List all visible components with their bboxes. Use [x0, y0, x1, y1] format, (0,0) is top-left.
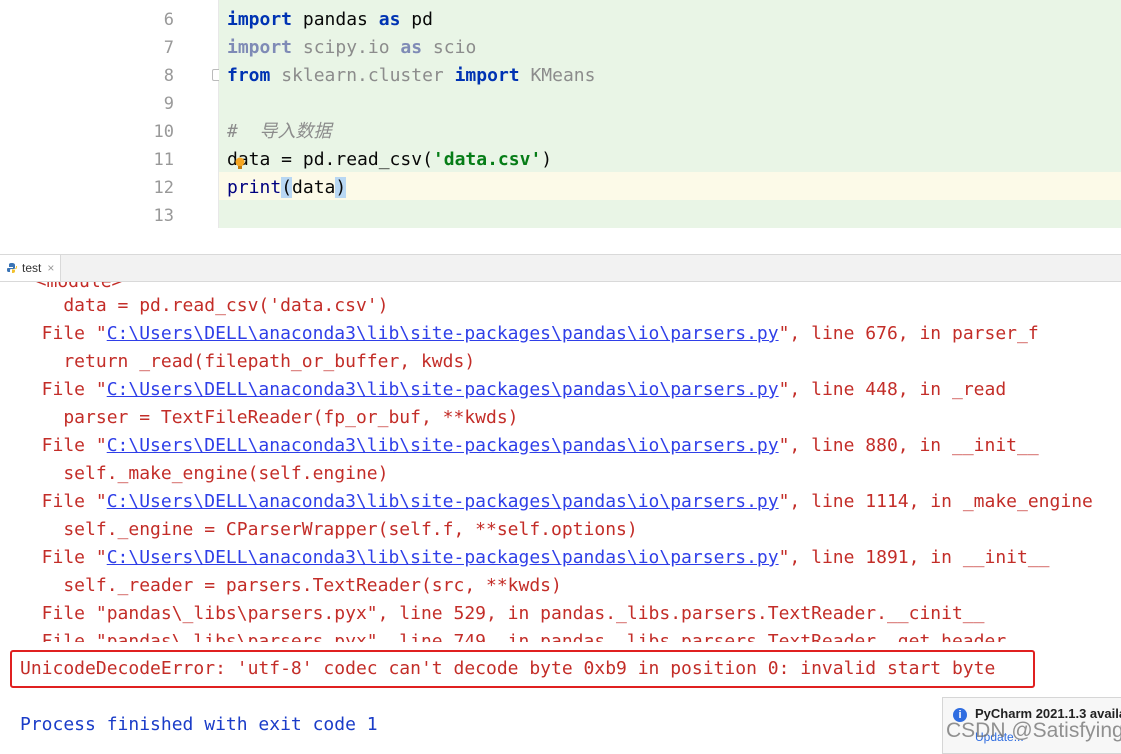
file-path-link[interactable]: C:\Users\DELL\anaconda3\lib\site-package…: [107, 547, 779, 568]
keyword: as: [378, 9, 401, 30]
watermark: CSDN @Satisfying: [946, 719, 1121, 742]
code-line-6: import pandas as pd: [227, 6, 433, 34]
file-path-link[interactable]: C:\Users\DELL\anaconda3\lib\site-package…: [107, 323, 779, 344]
console-text: ", line 1891, in __init__: [778, 547, 1050, 568]
console-line: File "pandas\_libs\parsers.pyx", line 74…: [20, 631, 1007, 642]
keyword: import: [227, 9, 293, 30]
code-editor[interactable]: 6 7 8 9 10 11 12 13 import pandas as pd …: [0, 0, 1121, 254]
run-tab-test[interactable]: test ×: [0, 255, 62, 281]
code-line-11: data = pd.read_csv('data.csv'): [227, 146, 552, 174]
traceback-file-line: File "C:\Users\DELL\anaconda3\lib\site-p…: [20, 376, 1007, 404]
run-tool-window-header: test ×: [0, 254, 1121, 282]
line-number: 9: [163, 94, 174, 114]
console-line: self._engine = CParserWrapper(self.f, **…: [20, 519, 638, 540]
code-text: data: [292, 177, 336, 198]
code-text: ): [541, 149, 553, 170]
code-line-10: # 导入数据: [227, 121, 332, 142]
console-text: ", line 448, in _read: [778, 379, 1007, 400]
file-path-link[interactable]: C:\Users\DELL\anaconda3\lib\site-package…: [107, 491, 779, 512]
process-exit-message: Process finished with exit code 1: [20, 714, 378, 735]
traceback-file-line: File "C:\Users\DELL\anaconda3\lib\site-p…: [20, 320, 1039, 348]
console-text: File ": [20, 435, 107, 456]
keyword: from: [227, 65, 271, 86]
console-line: self._make_engine(self.engine): [20, 463, 389, 484]
console-output[interactable]: <module> data = pd.read_csv('data.csv') …: [0, 282, 1121, 754]
code-text: pandas: [292, 9, 379, 30]
keyword: as: [400, 37, 423, 58]
console-line: data = pd.read_csv('data.csv'): [20, 295, 389, 316]
keyword: import: [227, 37, 293, 58]
line-number: 6: [163, 10, 174, 30]
code-text: pd: [400, 9, 433, 30]
error-message: UnicodeDecodeError: 'utf-8' codec can't …: [20, 658, 996, 679]
line-number: 7: [163, 38, 174, 58]
string-literal: 'data.csv': [432, 149, 542, 170]
code-text: scio: [422, 37, 477, 58]
line-number-gutter: 6 7 8 9 10 11 12 13: [148, 0, 218, 254]
console-line: return _read(filepath_or_buffer, kwds): [20, 351, 476, 372]
matched-paren: (: [281, 177, 293, 198]
line-number: 10: [153, 122, 174, 142]
code-line-12: print(data): [227, 174, 347, 202]
code-area[interactable]: import pandas as pd import scipy.io as s…: [219, 0, 1121, 228]
console-text: ", line 1114, in _make_engine: [778, 491, 1093, 512]
console-line: File "pandas\_libs\parsers.pyx", line 52…: [20, 603, 985, 624]
code-text: KMeans: [519, 65, 596, 86]
code-line-7: import scipy.io as scio: [227, 34, 476, 62]
python-icon: [7, 263, 17, 273]
console-line: parser = TextFileReader(fp_or_buf, **kwd…: [20, 407, 519, 428]
current-line-highlight: [219, 172, 1121, 200]
code-text: sklearn.cluster: [270, 65, 455, 86]
line-number: 8: [163, 66, 174, 86]
code-line-8: from sklearn.cluster import KMeans: [227, 62, 595, 90]
close-icon[interactable]: ×: [47, 261, 54, 275]
file-path-link[interactable]: C:\Users\DELL\anaconda3\lib\site-package…: [107, 435, 779, 456]
lightbulb-icon[interactable]: [234, 157, 246, 171]
console-text: ", line 676, in parser_f: [778, 323, 1039, 344]
console-text: File ": [20, 547, 107, 568]
editor-margin: [148, 228, 1121, 254]
traceback-file-line: File "C:\Users\DELL\anaconda3\lib\site-p…: [20, 432, 1039, 460]
line-number: 11: [153, 150, 174, 170]
console-line: self._reader = parsers.TextReader(src, *…: [20, 575, 562, 596]
keyword: import: [454, 65, 520, 86]
matched-paren: ): [335, 177, 347, 198]
file-path-link[interactable]: C:\Users\DELL\anaconda3\lib\site-package…: [107, 379, 779, 400]
line-number: 13: [153, 206, 174, 226]
builtin-function: print: [227, 177, 282, 198]
run-tab-label: test: [22, 261, 42, 275]
traceback-file-line: File "C:\Users\DELL\anaconda3\lib\site-p…: [20, 488, 1093, 516]
console-text: File ": [20, 379, 107, 400]
console-text: File ": [20, 491, 107, 512]
console-text: ", line 880, in __init__: [778, 435, 1039, 456]
line-number: 12: [153, 178, 174, 198]
traceback-file-line: File "C:\Users\DELL\anaconda3\lib\site-p…: [20, 544, 1050, 572]
code-text: scipy.io: [292, 37, 401, 58]
code-text: data = pd.read_csv(: [227, 149, 433, 170]
console-text: File ": [20, 323, 107, 344]
